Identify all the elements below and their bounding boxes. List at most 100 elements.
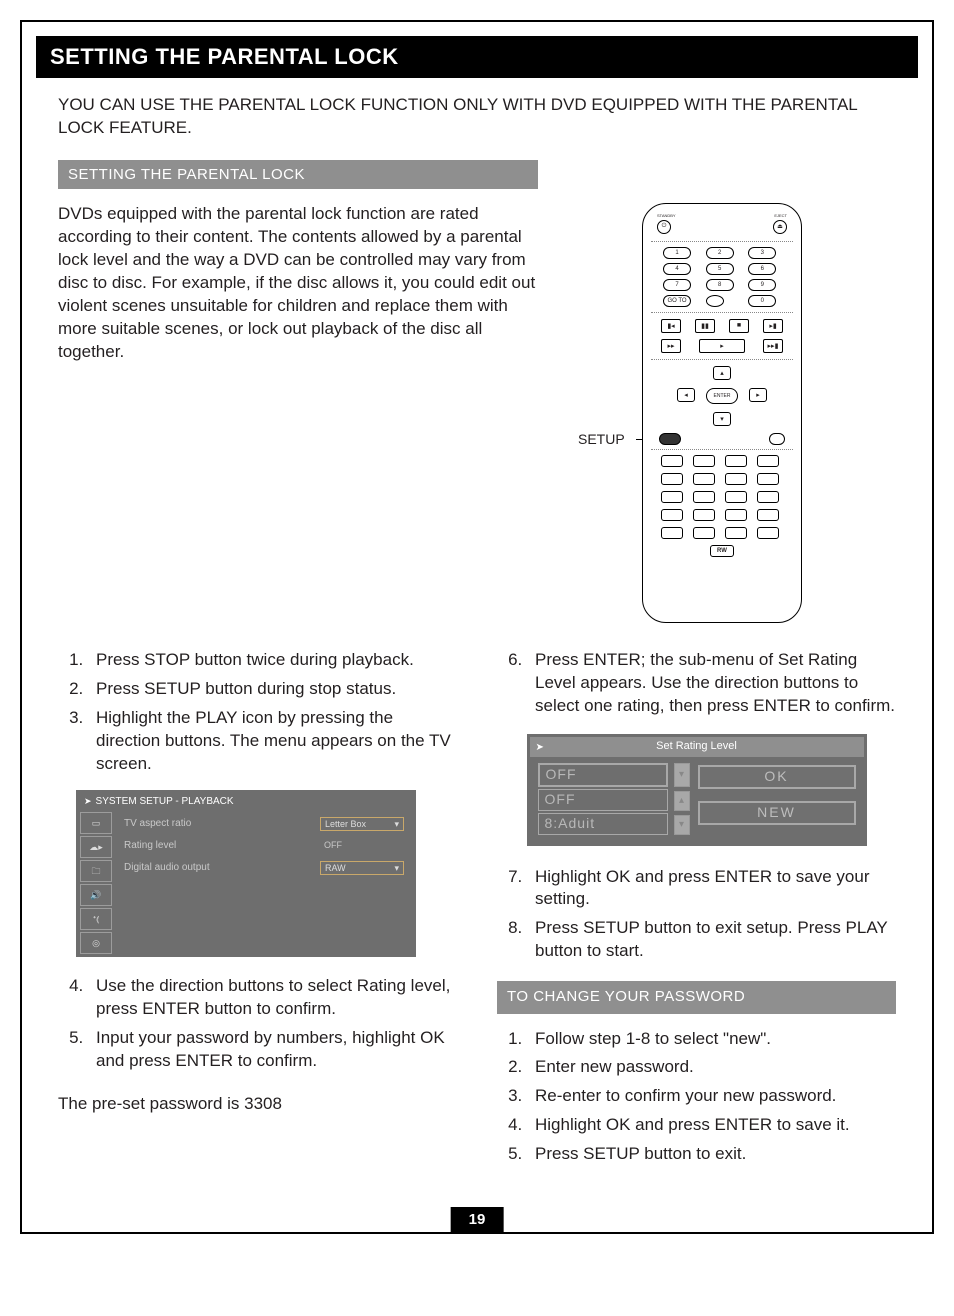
remote-outline: STANDBY EJECT ⏻ ⏏ 1 2 3 4 5 6 xyxy=(642,203,802,623)
rw-badge: RW xyxy=(710,545,734,557)
step-8: Press SETUP button to exit setup. Press … xyxy=(527,917,896,963)
ffwd-button: ▸▸ xyxy=(661,339,681,353)
fn-3 xyxy=(725,455,747,467)
osd-row2-label: Rating level xyxy=(118,839,320,853)
step-6: Press ENTER; the sub-menu of Set Rating … xyxy=(527,649,896,718)
fn-6 xyxy=(693,473,715,485)
step-2: Press SETUP button during stop status. xyxy=(88,678,457,701)
osd-playback-menu: ➤ SYSTEM SETUP - PLAYBACK ▭ ☁▸ 🗀 🔊 ᕀ⦅ ◎ xyxy=(76,790,416,958)
rating-up-icon: ▴ xyxy=(674,791,690,811)
rating-option-2: OFF xyxy=(538,789,668,811)
osd-icon-display: ▭ xyxy=(80,812,112,834)
cursor-icon: ➤ xyxy=(536,741,544,755)
aux-button xyxy=(769,433,785,445)
intro-text: YOU CAN USE THE PARENTAL LOCK FUNCTION O… xyxy=(58,94,896,140)
fn-19 xyxy=(725,527,747,539)
rating-option-3: 8:Aduit xyxy=(538,813,668,835)
osd-title: SYSTEM SETUP - PLAYBACK xyxy=(96,795,234,809)
num-5: 5 xyxy=(706,263,734,275)
step-4: Use the direction buttons to select Rati… xyxy=(88,975,457,1021)
step-7: Highlight OK and press ENTER to save you… xyxy=(527,866,896,912)
num-0: 0 xyxy=(748,295,776,307)
right-arrow: ▸ xyxy=(749,388,767,402)
fn-15 xyxy=(725,509,747,521)
up-arrow: ▴ xyxy=(713,366,731,380)
setup-label: SETUP xyxy=(578,431,625,447)
fn-14 xyxy=(693,509,715,521)
osd-row2-value: OFF xyxy=(320,839,346,851)
num-6: 6 xyxy=(748,263,776,275)
setup-button xyxy=(659,433,681,445)
fn-1 xyxy=(661,455,683,467)
osd-icon-cloud: ☁▸ xyxy=(80,836,112,858)
prev-button: ▮◂ xyxy=(661,319,681,333)
preset-password-note: The pre-set password is 3308 xyxy=(58,1093,457,1116)
rating-down-icon: ▾ xyxy=(674,763,690,787)
num-1: 1 xyxy=(663,247,691,259)
rating-title: Set Rating Level xyxy=(656,740,737,752)
fn-16 xyxy=(757,509,779,521)
fn-5 xyxy=(661,473,683,485)
goto-button: GO TO xyxy=(663,295,691,307)
remote-diagram: SETUP STANDBY EJECT ⏻ ⏏ 1 2 3 xyxy=(548,203,896,623)
num-2: 2 xyxy=(706,247,734,259)
num-4: 4 xyxy=(663,263,691,275)
osd-row1-value: Letter Box▾ xyxy=(320,817,404,831)
step-5: Input your password by numbers, highligh… xyxy=(88,1027,457,1073)
osd-icon-disc: ◎ xyxy=(80,932,112,954)
rating-ok-button: OK xyxy=(698,765,856,789)
fn-17 xyxy=(661,527,683,539)
skip-button: ▸▸▮ xyxy=(763,339,783,353)
standby-label: STANDBY xyxy=(657,214,676,220)
set-rating-level-menu: ➤ Set Rating Level OFF OFF 8:Aduit ▾ ▴ ▾ xyxy=(527,734,867,846)
enter-button: ENTER xyxy=(706,388,738,404)
pw-step-5: Press SETUP button to exit. xyxy=(527,1143,896,1166)
fn-2 xyxy=(693,455,715,467)
down-arrow: ▾ xyxy=(713,412,731,426)
eject-button: ⏏ xyxy=(773,220,787,234)
fn-12 xyxy=(757,491,779,503)
eject-label: EJECT xyxy=(774,214,787,220)
fn-11 xyxy=(725,491,747,503)
num-9: 9 xyxy=(748,279,776,291)
rating-option-1: OFF xyxy=(538,763,668,787)
standby-button: ⏻ xyxy=(657,220,671,234)
fn-8 xyxy=(757,473,779,485)
fn-4 xyxy=(757,455,779,467)
osd-icon-folder: 🗀 xyxy=(80,860,112,882)
step-3: Highlight the PLAY icon by pressing the … xyxy=(88,707,457,776)
menu-button xyxy=(706,295,724,307)
fn-18 xyxy=(693,527,715,539)
description-text: DVDs equipped with the parental lock fun… xyxy=(58,203,548,364)
subheading-2: TO CHANGE YOUR PASSWORD xyxy=(497,981,896,1013)
stop-button: ■ xyxy=(729,319,749,333)
pw-step-4: Highlight OK and press ENTER to save it. xyxy=(527,1114,896,1137)
osd-icon-audio: 🔊 xyxy=(80,884,112,906)
fn-10 xyxy=(693,491,715,503)
num-3: 3 xyxy=(748,247,776,259)
cursor-icon: ➤ xyxy=(84,795,92,807)
fn-7 xyxy=(725,473,747,485)
pause-button: ▮▮ xyxy=(695,319,715,333)
osd-row3-label: Digital audio output xyxy=(118,861,320,875)
pw-step-3: Re-enter to confirm your new password. xyxy=(527,1085,896,1108)
left-arrow: ◂ xyxy=(677,388,695,402)
fn-13 xyxy=(661,509,683,521)
rating-down2-icon: ▾ xyxy=(674,815,690,835)
pw-step-2: Enter new password. xyxy=(527,1056,896,1079)
num-8: 8 xyxy=(706,279,734,291)
page-number: 19 xyxy=(451,1207,504,1234)
rating-new-button: NEW xyxy=(698,801,856,825)
fn-20 xyxy=(757,527,779,539)
osd-row1-label: TV aspect ratio xyxy=(118,817,320,831)
play-button: ▸ xyxy=(699,339,745,353)
fn-9 xyxy=(661,491,683,503)
osd-row3-value: RAW▾ xyxy=(320,861,404,875)
osd-icon-mic: ᕀ⦅ xyxy=(80,908,112,930)
next-button: ▸▮ xyxy=(763,319,783,333)
num-7: 7 xyxy=(663,279,691,291)
subheading-1: SETTING THE PARENTAL LOCK xyxy=(58,160,538,189)
page-title: SETTING THE PARENTAL LOCK xyxy=(36,36,918,78)
pw-step-1: Follow step 1-8 to select "new". xyxy=(527,1028,896,1051)
step-1: Press STOP button twice during playback. xyxy=(88,649,457,672)
